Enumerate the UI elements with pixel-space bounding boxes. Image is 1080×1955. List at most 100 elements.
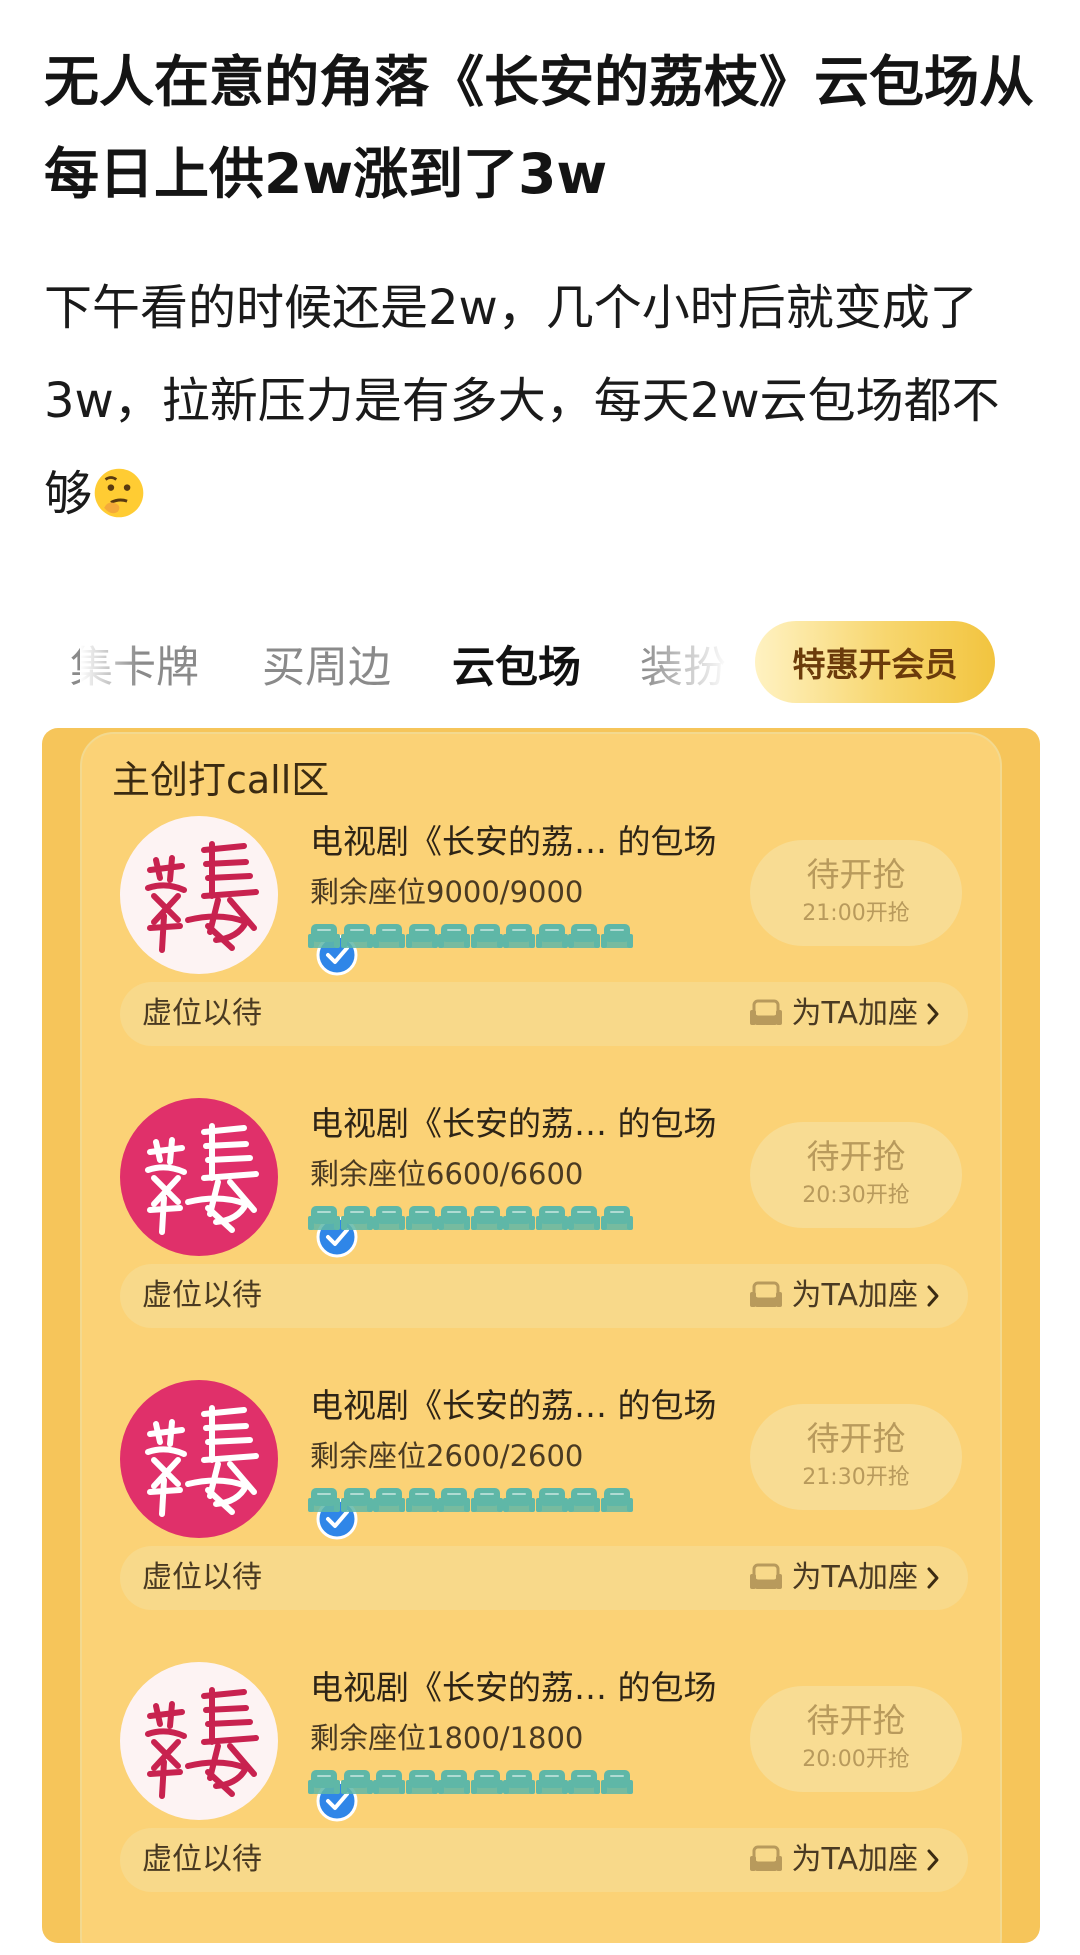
seat-icon <box>405 1488 438 1512</box>
grab-ticket-button[interactable]: 待开抢 21:30开抢 <box>750 1404 962 1510</box>
seat-icon <box>535 1770 568 1794</box>
screening-card[interactable]: 电视剧《长安的荔… 的包场剩余座位1800/1800 待开抢 20:00开抢虚位以待… <box>42 1662 1040 1902</box>
sofa-icon <box>750 1845 783 1871</box>
chevron-right-icon <box>927 1567 939 1589</box>
chevron-right-icon <box>927 1849 939 1871</box>
vacant-status: 虚位以待 <box>142 996 262 1031</box>
seat-icon <box>535 924 568 948</box>
seat-icon <box>405 924 438 948</box>
chevron-right-icon <box>927 1285 939 1307</box>
changan-lychee-logo-icon <box>120 1662 278 1820</box>
panel-title: 主创打call区 <box>112 758 330 802</box>
remaining-seats: 剩余座位6600/6600 <box>310 1157 584 1191</box>
seat-icon <box>470 1770 503 1794</box>
seat-icon <box>600 1488 633 1512</box>
seat-icon <box>373 1488 405 1512</box>
add-seat-label: 为TA加座 <box>791 1278 918 1313</box>
screening-title: 电视剧《长安的荔… 的包场 <box>310 1668 717 1707</box>
card-footer-bar: 虚位以待 为TA加座 <box>120 1546 968 1610</box>
seat-icon <box>568 1770 600 1794</box>
grab-ticket-button[interactable]: 待开抢 21:00开抢 <box>750 840 962 946</box>
seat-icon <box>535 1206 568 1230</box>
remaining-seats: 剩余座位1800/1800 <box>310 1721 584 1755</box>
sofa-icon <box>750 999 783 1025</box>
changan-lychee-logo-icon <box>120 1380 278 1538</box>
grab-ticket-label: 待开抢 <box>806 1701 906 1740</box>
grab-ticket-label: 待开抢 <box>806 855 906 894</box>
seat-icon <box>308 1488 340 1512</box>
add-seat-link[interactable]: 为TA加座 <box>749 1840 942 1880</box>
seat-icon <box>568 1206 600 1230</box>
seat-icon <box>470 924 503 948</box>
vip-membership-button[interactable]: 特惠开会员 <box>755 621 995 703</box>
drama-avatar[interactable] <box>120 1380 358 1540</box>
tabs-fade-left <box>80 635 140 705</box>
drama-avatar[interactable] <box>120 1662 358 1822</box>
screening-card[interactable]: 电视剧《长安的荔… 的包场剩余座位6600/6600 待开抢 20:30开抢虚位以待… <box>42 1098 1040 1338</box>
category-tabs: 集卡牌 买周边 云包场 装扮 特惠开会员 <box>0 615 1080 715</box>
grab-start-time: 20:00开抢 <box>802 1747 910 1772</box>
grab-ticket-label: 待开抢 <box>806 1137 906 1176</box>
post-title: 无人在意的角落《长安的荔枝》云包场从每日上供2w涨到了3w <box>44 50 1035 206</box>
seat-icon <box>373 1770 405 1794</box>
seat-icon <box>308 1770 340 1794</box>
seat-icon <box>438 1488 470 1512</box>
sofa-icon <box>750 1563 783 1589</box>
seat-icon <box>600 1770 633 1794</box>
seat-icon <box>503 1206 535 1230</box>
vacant-status: 虚位以待 <box>142 1842 262 1877</box>
grab-start-time: 20:30开抢 <box>802 1183 910 1208</box>
seat-icon <box>308 1206 340 1230</box>
drama-avatar[interactable] <box>120 816 358 976</box>
grab-start-time: 21:30开抢 <box>802 1465 910 1490</box>
seat-icon <box>405 1206 438 1230</box>
seat-icon <box>373 1206 405 1230</box>
card-footer-bar: 虚位以待 为TA加座 <box>120 982 968 1046</box>
card-footer-bar: 虚位以待 为TA加座 <box>120 1264 968 1328</box>
screening-title: 电视剧《长安的荔… 的包场 <box>310 1386 717 1425</box>
tab-cloud-screening[interactable]: 云包场 <box>452 643 581 693</box>
add-seat-link[interactable]: 为TA加座 <box>749 994 942 1034</box>
add-seat-link[interactable]: 为TA加座 <box>749 1276 942 1316</box>
seat-icon <box>470 1488 503 1512</box>
screening-card[interactable]: 电视剧《长安的荔… 的包场剩余座位2600/2600 待开抢 21:30开抢虚位以待… <box>42 1380 1040 1620</box>
changan-lychee-logo-icon <box>120 1098 278 1256</box>
seat-icon <box>373 924 405 948</box>
seat-icon <box>503 1488 535 1512</box>
add-seat-label: 为TA加座 <box>791 1560 918 1595</box>
changan-lychee-logo-icon <box>120 816 278 974</box>
post-body-text: 下午看的时候还是2w，几个小时后就变成了3w，拉新压力是有多大，每天2w云包场都… <box>44 280 1000 522</box>
seat-icon <box>503 924 535 948</box>
seat-icon <box>340 1770 373 1794</box>
grab-ticket-button[interactable]: 待开抢 20:00开抢 <box>750 1686 962 1792</box>
seat-icon <box>308 924 340 948</box>
remaining-seats: 剩余座位9000/9000 <box>310 875 584 909</box>
card-footer-bar: 虚位以待 为TA加座 <box>120 1828 968 1892</box>
thinking-face-emoji-icon <box>94 468 144 518</box>
screening-title: 电视剧《长安的荔… 的包场 <box>310 1104 717 1143</box>
vacant-status: 虚位以待 <box>142 1278 262 1313</box>
seat-icon <box>438 1770 470 1794</box>
add-seat-label: 为TA加座 <box>791 1842 918 1877</box>
seat-icon <box>438 1206 470 1230</box>
seat-icon <box>568 1488 600 1512</box>
vacant-status: 虚位以待 <box>142 1560 262 1595</box>
seat-icon <box>340 1488 373 1512</box>
chevron-right-icon <box>927 1003 939 1025</box>
drama-avatar[interactable] <box>120 1098 358 1258</box>
post-body: 下午看的时候还是2w，几个小时后就变成了3w，拉新压力是有多大，每天2w云包场都… <box>44 262 1044 541</box>
grab-ticket-button[interactable]: 待开抢 20:30开抢 <box>750 1122 962 1228</box>
grab-start-time: 21:00开抢 <box>802 901 910 926</box>
seat-icon <box>535 1488 568 1512</box>
seat-icon <box>405 1770 438 1794</box>
add-seat-link[interactable]: 为TA加座 <box>749 1558 942 1598</box>
tabs-fade-right <box>640 635 750 705</box>
tab-merch[interactable]: 买周边 <box>262 643 391 693</box>
screening-card[interactable]: 电视剧《长安的荔… 的包场 剩余座位9000/9000 待开抢 21:00开抢 虚位以待… <box>42 816 1040 1056</box>
seat-icon <box>340 1206 373 1230</box>
seat-icon <box>470 1206 503 1230</box>
sofa-icon <box>750 1281 783 1307</box>
seat-icon <box>438 924 470 948</box>
remaining-seats: 剩余座位2600/2600 <box>310 1439 584 1473</box>
seat-icon <box>503 1770 535 1794</box>
